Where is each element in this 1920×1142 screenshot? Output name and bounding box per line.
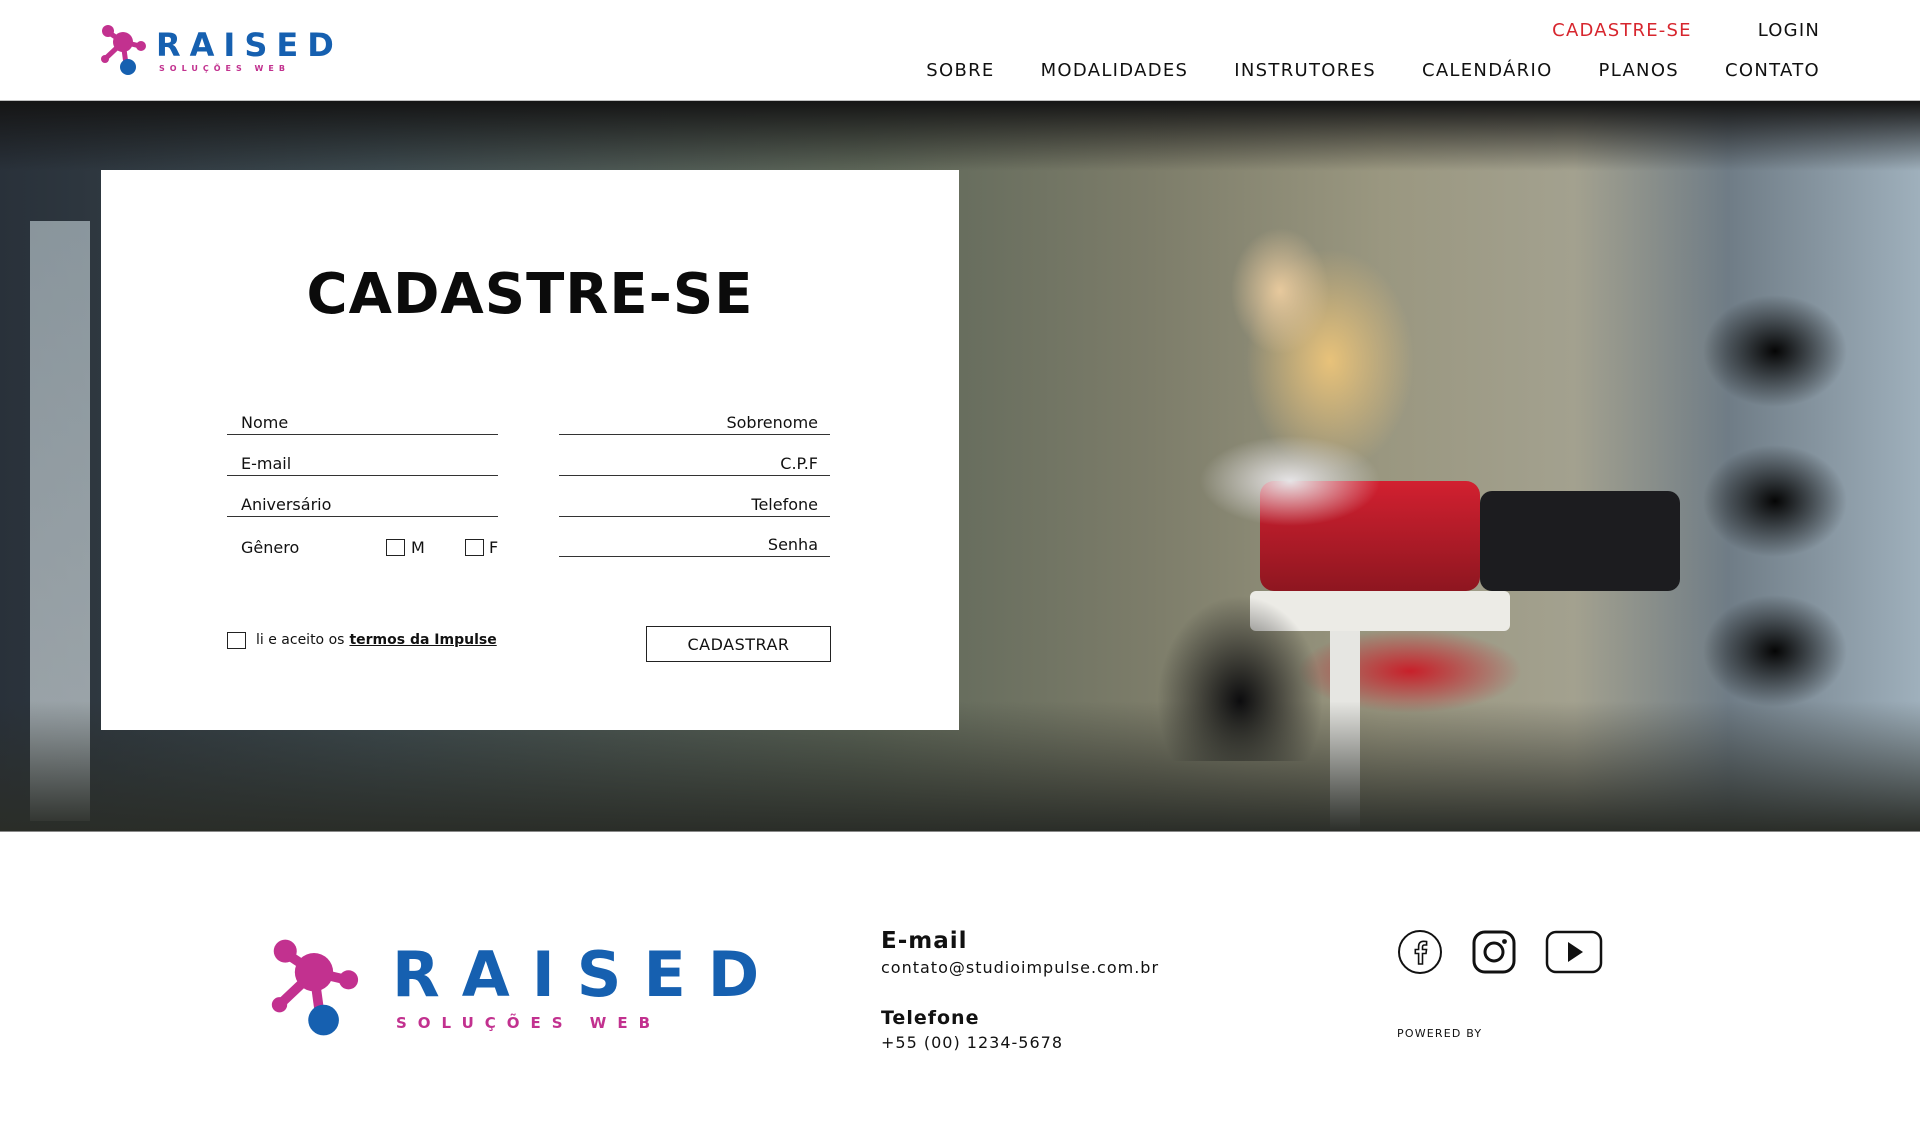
gender-f-checkbox[interactable] [465,539,484,556]
account-links: CADASTRE-SE LOGIN [1552,20,1820,41]
site-header: RAISED SOLUÇÕES WEB CADASTRE-SE LOGIN SO… [0,0,1920,101]
logo-tagline: SOLUÇÕES WEB [159,63,290,73]
email-value[interactable]: contato@studioimpulse.com.br [881,958,1159,977]
login-link[interactable]: LOGIN [1758,20,1820,41]
nav-item-sobre[interactable]: SOBRE [926,60,994,81]
email-heading: E-mail [881,928,968,954]
terms-link[interactable]: termos da Impulse [349,632,496,648]
logo-wordmark: RAISED [392,937,782,1011]
phone-heading: Telefone [881,1007,980,1029]
nav-item-modalidades[interactable]: MODALIDADES [1041,60,1189,81]
terms-checkbox[interactable] [227,631,246,649]
terms-row: li e aceito os termos da Impulse [227,629,497,651]
birthday-placeholder: Aniversário [241,495,332,514]
last-name-field[interactable]: Sobrenome [559,405,830,435]
first-name-placeholder: Nome [241,413,289,432]
powered-by: POWERED BY [1397,1027,1483,1040]
instagram-icon[interactable] [1471,929,1517,975]
gender-m-checkbox[interactable] [386,539,405,556]
cpf-field[interactable]: C.P.F [559,446,830,476]
logo-tagline: SOLUÇÕES WEB [396,1013,662,1032]
email-field[interactable]: E-mail [227,446,498,476]
nav-item-planos[interactable]: PLANOS [1599,60,1679,81]
first-name-field[interactable]: Nome [227,405,498,435]
birthday-field[interactable]: Aniversário [227,487,498,517]
hero-model [1090,161,1390,761]
hero-ceiling [0,101,1920,171]
logo-molecule-icon [101,25,146,75]
nav-item-contato[interactable]: CONTATO [1725,60,1820,81]
cadastrar-button[interactable]: CADASTRAR [646,626,831,662]
nav-item-instrutores[interactable]: INSTRUTORES [1234,60,1376,81]
footer-logo[interactable]: RAISED SOLUÇÕES WEB [264,930,781,1045]
password-field[interactable]: Senha [559,527,830,557]
cpf-placeholder: C.P.F [780,454,818,473]
logo-molecule-icon [271,939,359,1036]
facebook-icon[interactable] [1397,929,1443,975]
logo-wordmark: RAISED [156,25,343,64]
gender-f-label: F [489,538,499,557]
last-name-placeholder: Sobrenome [726,413,818,432]
footer-contact: E-mail contato@studioimpulse.com.br Tele… [881,928,1159,1052]
terms-text: li e aceito os [256,632,345,648]
email-placeholder: E-mail [241,454,292,473]
header-logo[interactable]: RAISED SOLUÇÕES WEB [98,20,343,80]
gender-label: Gênero [241,538,300,557]
signup-title: CADASTRE-SE [306,262,754,327]
social-links [1397,929,1603,975]
main-nav: SOBRE MODALIDADES INSTRUTORES CALENDÁRIO… [926,60,1820,81]
signup-link[interactable]: CADASTRE-SE [1552,20,1692,41]
youtube-icon[interactable] [1545,929,1603,975]
gender-m-label: M [411,538,425,557]
signup-card: CADASTRE-SE Nome E-mail Aniversário Sobr… [101,170,959,730]
phone-placeholder: Telefone [751,495,818,514]
phone-value[interactable]: +55 (00) 1234-5678 [881,1033,1159,1052]
password-placeholder: Senha [767,535,818,554]
phone-field[interactable]: Telefone [559,487,830,517]
nav-item-calendario[interactable]: CALENDÁRIO [1422,60,1553,81]
gender-group: Gênero M F [227,536,498,560]
hero-bench-pad [1480,491,1680,591]
